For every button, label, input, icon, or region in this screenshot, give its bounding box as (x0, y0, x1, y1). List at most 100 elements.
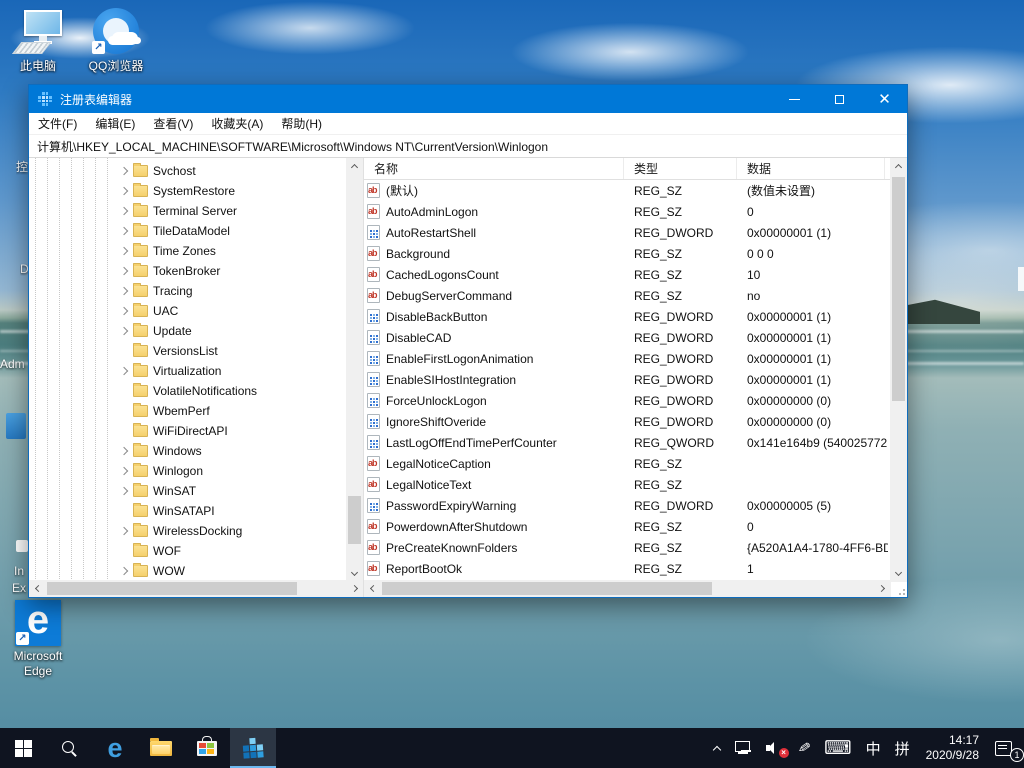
column-header-name[interactable]: 名称 (364, 158, 624, 179)
table-row[interactable]: DebugServerCommand REG_SZ no (364, 285, 907, 306)
chevron-right-icon[interactable] (119, 326, 129, 336)
chevron-right-icon[interactable] (119, 346, 129, 356)
taskbar-search-button[interactable] (46, 728, 92, 768)
scroll-up-arrow[interactable] (346, 158, 363, 175)
menu-item[interactable]: 收藏夹(A) (202, 113, 272, 135)
minimize-button[interactable] (772, 85, 817, 113)
tree-item[interactable]: WirelessDocking (29, 521, 347, 541)
table-row[interactable]: EnableSIHostIntegration REG_DWORD 0x0000… (364, 369, 907, 390)
menu-item[interactable]: 帮助(H) (272, 113, 331, 135)
scroll-thumb[interactable] (47, 582, 297, 595)
scroll-thumb[interactable] (382, 582, 712, 595)
tray-touch-keyboard-button[interactable]: ⌨ (817, 728, 858, 768)
tree-item[interactable]: Winlogon (29, 461, 347, 481)
chevron-right-icon[interactable] (119, 366, 129, 376)
list-vertical-scrollbar[interactable] (890, 158, 907, 582)
chevron-right-icon[interactable] (119, 206, 129, 216)
taskbar-edge-button[interactable]: e (92, 728, 138, 768)
tree-item[interactable]: Update (29, 321, 347, 341)
table-row[interactable]: DisableCAD REG_DWORD 0x00000001 (1) (364, 327, 907, 348)
table-row[interactable]: ReportBootOk REG_SZ 1 (364, 558, 907, 579)
scroll-right-arrow[interactable] (874, 580, 891, 597)
tray-network-button[interactable] (728, 728, 759, 768)
scroll-thumb[interactable] (348, 496, 361, 544)
column-header-type[interactable]: 类型 (624, 158, 737, 179)
tree-item[interactable]: SystemRestore (29, 181, 347, 201)
table-row[interactable]: ForceUnlockLogon REG_DWORD 0x00000000 (0… (364, 390, 907, 411)
taskbar-store-button[interactable] (184, 728, 230, 768)
tree-item[interactable]: Tracing (29, 281, 347, 301)
tray-volume-button[interactable]: × (759, 728, 791, 768)
tree-item[interactable]: Terminal Server (29, 201, 347, 221)
desktop-icon-edge[interactable]: e ↗ Microsoft Edge (0, 600, 76, 679)
tree-horizontal-scrollbar[interactable] (29, 580, 364, 597)
tree-item[interactable]: UAC (29, 301, 347, 321)
table-row[interactable]: PreCreateKnownFolders REG_SZ {A520A1A4-1… (364, 537, 907, 558)
table-row[interactable]: (默认) REG_SZ (数值未设置) (364, 180, 907, 201)
table-row[interactable]: CachedLogonsCount REG_SZ 10 (364, 264, 907, 285)
chevron-right-icon[interactable] (119, 246, 129, 256)
menu-item[interactable]: 编辑(E) (86, 113, 144, 135)
table-row[interactable]: PowerdownAfterShutdown REG_SZ 0 (364, 516, 907, 537)
taskbar-clock[interactable]: 14:17 2020/9/28 (917, 728, 988, 768)
scroll-down-arrow[interactable] (890, 565, 907, 582)
scroll-right-arrow[interactable] (347, 580, 364, 597)
tree-item[interactable]: Time Zones (29, 241, 347, 261)
table-row[interactable]: LastLogOffEndTimePerfCounter REG_QWORD 0… (364, 432, 907, 453)
chevron-right-icon[interactable] (119, 266, 129, 276)
desktop-icon-this-pc[interactable]: 此电脑 (0, 8, 76, 74)
tree-item[interactable]: WbemPerf (29, 401, 347, 421)
tree-item[interactable]: TokenBroker (29, 261, 347, 281)
menu-item[interactable]: 查看(V) (144, 113, 202, 135)
tree-vertical-scrollbar[interactable] (346, 158, 363, 582)
table-row[interactable]: EnableFirstLogonAnimation REG_DWORD 0x00… (364, 348, 907, 369)
address-bar[interactable]: 计算机\HKEY_LOCAL_MACHINE\SOFTWARE\Microsof… (29, 135, 907, 158)
start-button[interactable] (0, 728, 46, 768)
chevron-right-icon[interactable] (119, 286, 129, 296)
scroll-left-arrow[interactable] (364, 580, 381, 597)
scroll-left-arrow[interactable] (29, 580, 46, 597)
list-horizontal-scrollbar[interactable] (364, 580, 891, 597)
tree-item[interactable]: TileDataModel (29, 221, 347, 241)
chevron-right-icon[interactable] (119, 566, 129, 576)
tree-item[interactable]: VersionsList (29, 341, 347, 361)
tree-item[interactable]: VolatileNotifications (29, 381, 347, 401)
desktop-icon-qq-browser[interactable]: ↗ QQ浏览器 (78, 8, 154, 74)
menu-item[interactable]: 文件(F) (29, 113, 86, 135)
tree-item[interactable]: WinSAT (29, 481, 347, 501)
action-center-button[interactable]: 1 (988, 728, 1024, 768)
table-row[interactable]: Background REG_SZ 0 0 0 (364, 243, 907, 264)
tree-item[interactable]: Windows (29, 441, 347, 461)
scroll-thumb[interactable] (892, 177, 905, 401)
chevron-right-icon[interactable] (119, 186, 129, 196)
table-row[interactable]: LegalNoticeCaption REG_SZ (364, 453, 907, 474)
chevron-right-icon[interactable] (119, 226, 129, 236)
chevron-right-icon[interactable] (119, 546, 129, 556)
table-row[interactable]: AutoRestartShell REG_DWORD 0x00000001 (1… (364, 222, 907, 243)
tray-expand-button[interactable] (706, 728, 728, 768)
chevron-right-icon[interactable] (119, 506, 129, 516)
taskbar-regedit-button[interactable] (230, 728, 276, 768)
chevron-right-icon[interactable] (119, 466, 129, 476)
table-row[interactable]: IgnoreShiftOveride REG_DWORD 0x00000000 … (364, 411, 907, 432)
chevron-right-icon[interactable] (119, 526, 129, 536)
tree-item[interactable]: WOF (29, 541, 347, 561)
tray-pen-button[interactable]: ✎ (791, 728, 818, 768)
chevron-right-icon[interactable] (119, 486, 129, 496)
maximize-button[interactable] (817, 85, 862, 113)
chevron-right-icon[interactable] (119, 166, 129, 176)
resize-grip[interactable] (895, 585, 905, 595)
tree-item[interactable]: WinSATAPI (29, 501, 347, 521)
table-row[interactable]: DisableBackButton REG_DWORD 0x00000001 (… (364, 306, 907, 327)
table-row[interactable]: LegalNoticeText REG_SZ (364, 474, 907, 495)
ime-mode-button[interactable]: 拼 (888, 728, 917, 768)
chevron-right-icon[interactable] (119, 426, 129, 436)
scroll-up-arrow[interactable] (890, 158, 907, 175)
table-row[interactable]: PasswordExpiryWarning REG_DWORD 0x000000… (364, 495, 907, 516)
chevron-right-icon[interactable] (119, 446, 129, 456)
window-titlebar[interactable]: 注册表编辑器 ✕ (29, 85, 907, 113)
close-button[interactable]: ✕ (862, 85, 907, 113)
taskbar-file-explorer-button[interactable] (138, 728, 184, 768)
tree-item[interactable]: Svchost (29, 161, 347, 181)
chevron-right-icon[interactable] (119, 386, 129, 396)
